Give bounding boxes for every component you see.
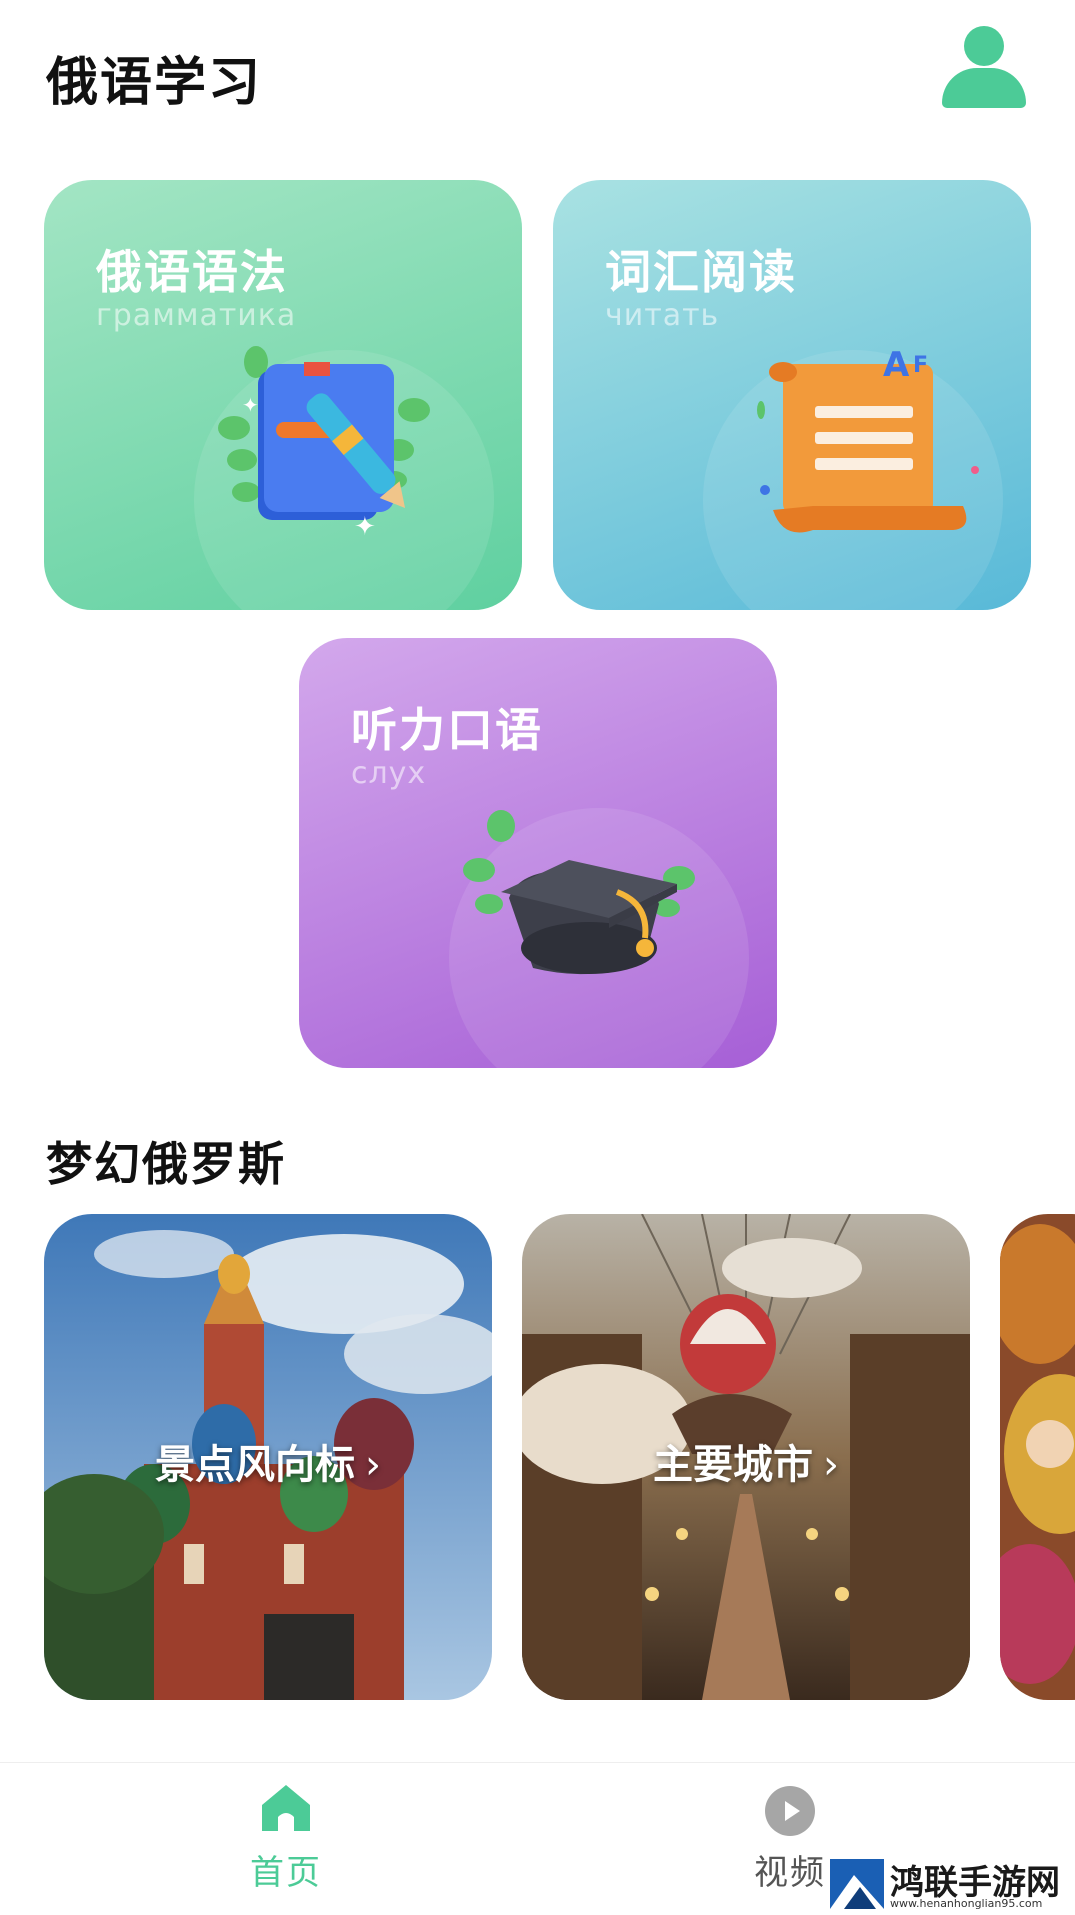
- book-pen-icon: ✦ ✦: [218, 346, 430, 542]
- graduation-cap-icon: [463, 810, 695, 975]
- destination-label: 主要城市 ›: [653, 1442, 839, 1488]
- page-title: 俄语学习: [46, 53, 263, 113]
- site-watermark: 鸿联手游网 www.henanhonglian95.com: [826, 1855, 1075, 1915]
- destination-label: 景点风向标 ›: [155, 1442, 381, 1488]
- svg-text:✦: ✦: [354, 512, 376, 542]
- profile-button[interactable]: [940, 26, 1026, 108]
- chevron-right-icon: ›: [823, 1442, 839, 1488]
- watermark-url: www.henanhonglian95.com: [890, 1897, 1043, 1910]
- svg-text:✦: ✦: [242, 393, 259, 417]
- cities-card[interactable]: 主要城市 ›: [522, 1214, 970, 1700]
- chevron-right-icon: ›: [365, 1442, 381, 1488]
- card-title: 俄语语法: [96, 245, 288, 299]
- tab-label: 首页: [250, 1853, 322, 1893]
- svg-text:F: F: [913, 353, 928, 378]
- matryoshka-photo: [1000, 1214, 1075, 1700]
- home-icon: [262, 1785, 310, 1831]
- destination-card-partial[interactable]: [1000, 1214, 1075, 1700]
- card-title: 听力口语: [351, 703, 543, 757]
- section-title: 梦幻俄罗斯: [46, 1137, 286, 1191]
- svg-text:A: A: [883, 350, 910, 385]
- tab-home[interactable]: 首页: [186, 1783, 386, 1903]
- vocab-card[interactable]: 词汇阅读 читать A F: [553, 180, 1031, 610]
- landmarks-card[interactable]: 景点风向标 ›: [44, 1214, 492, 1700]
- header: 俄语学习: [0, 0, 1075, 150]
- card-title: 词汇阅读: [605, 245, 797, 299]
- listening-card[interactable]: 听力口语 слух: [299, 638, 777, 1068]
- card-subtitle: читать: [605, 298, 720, 333]
- grammar-card[interactable]: 俄语语法 грамматика ✦ ✦: [44, 180, 522, 610]
- watermark-logo: [830, 1859, 884, 1909]
- card-subtitle: слух: [351, 756, 427, 791]
- scroll-icon: A F: [757, 350, 979, 533]
- play-icon: [765, 1786, 815, 1836]
- card-subtitle: грамматика: [96, 298, 297, 333]
